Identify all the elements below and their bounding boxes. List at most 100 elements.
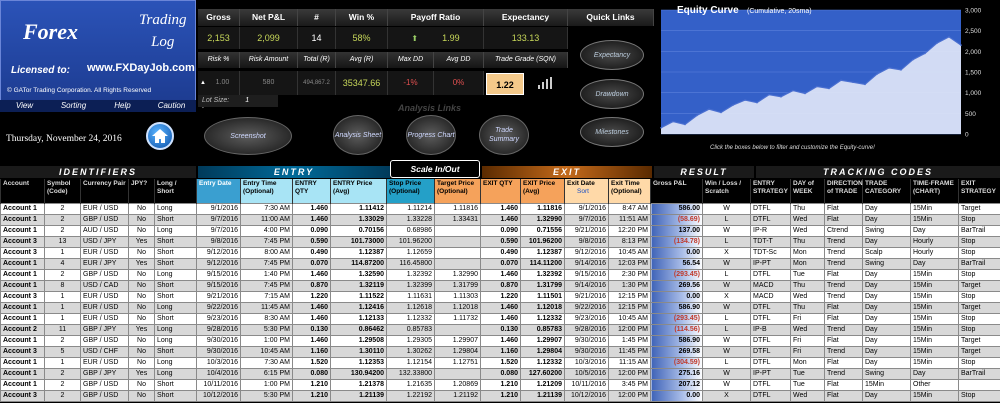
table-cell[interactable]: 1.220 [292, 290, 331, 303]
table-cell[interactable]: 8:00 AM [240, 246, 293, 259]
table-cell[interactable]: Thu [790, 235, 825, 248]
table-cell[interactable]: 1.460 [292, 213, 331, 226]
table-cell[interactable]: 1.21192 [434, 389, 481, 402]
table-cell[interactable]: Account 1 [0, 268, 45, 281]
table-cell[interactable]: Target [958, 279, 1000, 292]
table-cell[interactable]: 2 [44, 224, 81, 237]
table-cell[interactable]: Ctrend [824, 224, 863, 237]
table-cell[interactable]: Wed [790, 323, 825, 336]
table-cell[interactable]: 0.080 [292, 367, 331, 380]
table-cell[interactable]: 275.16 [650, 367, 703, 380]
table-cell[interactable]: Thu [790, 202, 825, 215]
table-cell[interactable] [958, 378, 1000, 391]
table-cell[interactable]: Mon [790, 356, 825, 369]
table-cell[interactable]: MACD [750, 290, 791, 303]
table-cell[interactable]: 1.30110 [330, 345, 387, 358]
table-cell[interactable]: 0.85783 [520, 323, 565, 336]
table-cell[interactable]: 0.00 [650, 246, 703, 259]
table-cell[interactable]: (134.78) [650, 235, 703, 248]
table-cell[interactable]: DTFL [750, 202, 791, 215]
table-cell[interactable]: 9/15/2016 [196, 279, 241, 292]
table-cell[interactable]: Stop [958, 389, 1000, 402]
table-cell[interactable]: 1:45 PM [608, 334, 651, 347]
table-cell[interactable]: 12:15 PM [608, 290, 651, 303]
table-cell[interactable]: 1.21635 [386, 378, 435, 391]
table-cell[interactable]: Yes [128, 235, 155, 248]
table-cell[interactable]: Short [154, 257, 197, 270]
table-cell[interactable]: DTFL [750, 213, 791, 226]
table-cell[interactable] [434, 246, 481, 259]
table-cell[interactable]: 586.90 [650, 301, 703, 314]
table-cell[interactable]: No [128, 334, 155, 347]
table-cell[interactable]: 2 [44, 334, 81, 347]
table-cell[interactable]: Wed [790, 213, 825, 226]
table-cell[interactable]: X [702, 389, 751, 402]
table-cell[interactable]: 9/28/2016 [564, 323, 609, 336]
table-cell[interactable]: No [128, 345, 155, 358]
table-cell[interactable]: 9/22/2016 [564, 301, 609, 314]
table-cell[interactable]: Account 1 [0, 224, 45, 237]
table-cell[interactable]: EUR / USD [80, 202, 129, 215]
table-cell[interactable]: GBP / USD [80, 268, 129, 281]
table-cell[interactable]: Stop [958, 213, 1000, 226]
table-cell[interactable]: Flat [824, 202, 863, 215]
table-cell[interactable]: 1.11522 [330, 290, 387, 303]
table-cell[interactable]: Short [154, 279, 197, 292]
table-cell[interactable]: Short [154, 389, 197, 402]
table-cell[interactable]: No [128, 301, 155, 314]
table-cell[interactable]: 1 [44, 301, 81, 314]
table-cell[interactable]: Day [862, 235, 911, 248]
table-cell[interactable]: 5 [44, 345, 81, 358]
screenshot-button[interactable]: Screenshot [204, 117, 292, 155]
col-exit-date[interactable]: Exit Date Sort [564, 179, 609, 203]
table-cell[interactable]: Short [154, 312, 197, 325]
table-cell[interactable]: 9/30/2016 [196, 345, 241, 358]
table-cell[interactable]: USD / JPY [80, 235, 129, 248]
table-cell[interactable]: 1.31799 [434, 279, 481, 292]
table-cell[interactable]: 9/21/2016 [564, 290, 609, 303]
milestones-link[interactable]: Milestones [580, 117, 644, 147]
table-cell[interactable]: IP-PT [750, 367, 791, 380]
table-cell[interactable]: 1.11501 [520, 290, 565, 303]
table-cell[interactable]: 1.460 [480, 334, 521, 347]
table-cell[interactable]: EUR / USD [80, 312, 129, 325]
table-row[interactable]: Account 1 2 GBP / USD No Long 9/15/2016 1:40 P… [0, 268, 1000, 281]
table-cell[interactable]: 1.12154 [386, 356, 435, 369]
table-cell[interactable]: 1.29907 [434, 334, 481, 347]
table-cell[interactable]: 11:45 AM [240, 301, 293, 314]
table-cell[interactable]: 2 [44, 213, 81, 226]
table-cell[interactable]: 1.12387 [330, 246, 387, 259]
table-cell[interactable]: 1.460 [480, 213, 521, 226]
table-cell[interactable]: 7:30 AM [240, 202, 293, 215]
table-cell[interactable]: 0.590 [480, 235, 521, 248]
table-cell[interactable]: 56.54 [650, 257, 703, 270]
table-cell[interactable]: Day [910, 367, 959, 380]
table-cell[interactable]: 10/11/2016 [196, 378, 241, 391]
table-cell[interactable]: 1.11631 [386, 290, 435, 303]
table-cell[interactable]: X [702, 246, 751, 259]
table-cell[interactable]: Stop [958, 268, 1000, 281]
table-row[interactable]: Account 3 5 USD / CHF No Short 9/30/2016 10:45… [0, 345, 1000, 358]
table-cell[interactable]: Short [154, 213, 197, 226]
table-cell[interactable]: 1.29804 [520, 345, 565, 358]
table-cell[interactable]: 0.590 [292, 235, 331, 248]
table-cell[interactable]: 1.12353 [330, 356, 387, 369]
table-cell[interactable]: 10:45 AM [608, 246, 651, 259]
table-cell[interactable]: 9/8/2016 [196, 235, 241, 248]
sort-link[interactable]: Sort [577, 188, 589, 195]
table-cell[interactable]: Target [958, 301, 1000, 314]
table-cell[interactable]: (58.69) [650, 213, 703, 226]
table-cell[interactable]: TDT-Sc [750, 246, 791, 259]
table-cell[interactable]: 1.460 [292, 202, 331, 215]
table-cell[interactable]: 15Min [910, 345, 959, 358]
table-cell[interactable]: 1.460 [480, 202, 521, 215]
table-cell[interactable]: L [702, 356, 751, 369]
table-cell[interactable]: W [702, 378, 751, 391]
table-cell[interactable]: Account 1 [0, 257, 45, 270]
table-cell[interactable]: L [702, 268, 751, 281]
table-cell[interactable]: 12:20 PM [608, 224, 651, 237]
table-cell[interactable]: Long [154, 202, 197, 215]
table-cell[interactable]: 10:45 AM [240, 345, 293, 358]
nav-caution[interactable]: Caution [147, 100, 196, 112]
table-cell[interactable]: 1.29804 [434, 345, 481, 358]
